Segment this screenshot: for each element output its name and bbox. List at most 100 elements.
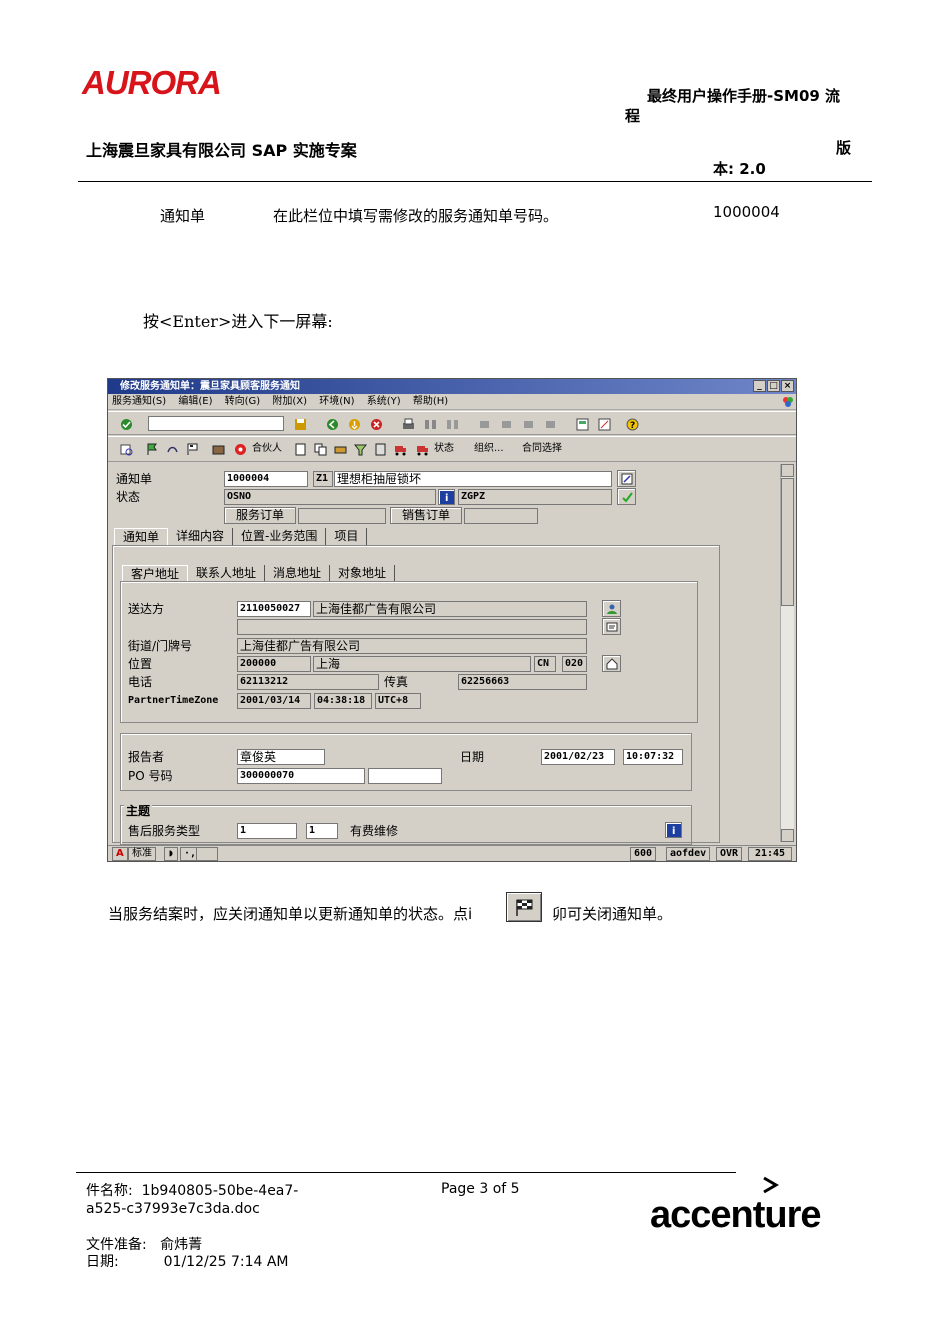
maximize-button[interactable]: □ (767, 380, 780, 392)
ship-to-name-field: 上海佳都广告有限公司 (313, 601, 587, 617)
map-button[interactable] (602, 655, 621, 672)
minimize-button[interactable]: _ (753, 380, 766, 392)
notification-date-field[interactable]: 2001/02/23 (541, 749, 615, 765)
input-mode[interactable]: 标准 (128, 847, 156, 861)
menu-item-environment[interactable]: 环境(N) (319, 396, 354, 407)
copy-icon[interactable] (314, 443, 327, 456)
tab-location[interactable]: 位置-业务范围 (233, 528, 327, 545)
menu-item-help[interactable]: 帮助(H) (413, 396, 448, 407)
ime-icon[interactable]: A (112, 847, 128, 861)
partner-icon[interactable] (234, 443, 247, 456)
next-page-icon[interactable] (522, 418, 535, 431)
menu-item-goto[interactable]: 转向(G) (225, 396, 261, 407)
scroll-down-button[interactable] (781, 829, 794, 842)
file-name-line2: a525-c37993e7c3da.doc (86, 1201, 260, 1217)
postal-code-field: 200000 (237, 656, 311, 672)
complete-notification-button[interactable] (506, 892, 542, 922)
organization-button[interactable]: 组织... (474, 441, 504, 457)
tab-customer-address[interactable]: 客户地址 (122, 565, 189, 582)
shortcut-icon[interactable] (598, 418, 611, 431)
file-name-line1: 1b940805-50be-4ea7- (141, 1183, 299, 1199)
partner-address-button[interactable] (602, 600, 621, 617)
notification-time-field[interactable]: 10:07:32 (623, 749, 683, 765)
long-text-button[interactable] (617, 470, 636, 487)
new-session-icon[interactable] (576, 418, 589, 431)
exit-icon[interactable] (348, 418, 361, 431)
filter-icon[interactable] (354, 443, 367, 456)
aftersale-code1-field[interactable]: 1 (237, 823, 297, 839)
object-icon[interactable] (212, 443, 225, 456)
subject-info-button[interactable]: i (665, 822, 682, 838)
po-number-field[interactable]: 300000070 (237, 768, 365, 784)
last-page-icon[interactable] (544, 418, 557, 431)
tab-object-address[interactable]: 对象地址 (330, 565, 396, 582)
aftersale-code2-field[interactable]: 1 (306, 823, 338, 839)
keyboard-icon[interactable] (196, 847, 218, 861)
overwrite-mode-indicator: OVR (716, 847, 743, 861)
document-icon[interactable] (294, 443, 307, 456)
checkered-flag-icon (516, 899, 533, 916)
calculator-icon[interactable] (374, 443, 387, 456)
svg-text:?: ? (630, 421, 635, 431)
close-button[interactable]: × (781, 380, 794, 392)
notification-number-field[interactable]: 1000004 (224, 471, 308, 487)
tab-notification[interactable]: 通知单 (114, 528, 169, 545)
vertical-scrollbar[interactable] (780, 464, 794, 842)
status-label[interactable]: 状态 (434, 441, 454, 457)
service-order-button[interactable]: 服务订单 (224, 507, 296, 524)
find-icon[interactable] (424, 418, 437, 431)
enter-check-icon[interactable] (120, 418, 133, 431)
file-name-block: 件名称: 1b940805-50be-4ea7- a525-c37993e7c3… (86, 1182, 298, 1218)
timezone-time-field: 04:38:18 (314, 693, 372, 709)
field-row-label: 通知单 (160, 207, 206, 225)
window-title: 修改服务通知单：震旦家具顾客服务通知 (120, 381, 300, 392)
status-truck-icon[interactable] (416, 443, 429, 456)
prev-page-icon[interactable] (500, 418, 513, 431)
reporter-field[interactable]: 章俊英 (237, 749, 325, 765)
prepared-by-block: 文件准备: 俞炜菁 (86, 1236, 202, 1254)
first-page-icon[interactable] (478, 418, 491, 431)
tab-contact-address[interactable]: 联系人地址 (188, 565, 266, 582)
help-icon[interactable]: ? (626, 418, 639, 431)
tab-message-address[interactable]: 消息地址 (265, 565, 331, 582)
system-indicator: aofdev (666, 847, 711, 861)
fax-label: 传真 (384, 675, 409, 689)
info-icon: i (672, 826, 675, 835)
partner-label[interactable]: 合伙人 (252, 441, 282, 457)
menu-item-system[interactable]: 系统(Y) (367, 396, 401, 407)
scroll-up-button[interactable] (781, 464, 794, 477)
back-icon[interactable] (326, 418, 339, 431)
closing-instruction-tail: 卯可关闭通知单。 (552, 905, 673, 923)
status-info-button[interactable]: i (438, 489, 455, 505)
print-icon[interactable] (402, 418, 415, 431)
scroll-thumb[interactable] (781, 478, 794, 606)
menu-item-extras[interactable]: 附加(X) (272, 396, 307, 407)
ship-to-number-field[interactable]: 2110050027 (237, 601, 311, 617)
command-field[interactable] (148, 416, 284, 431)
display-change-icon[interactable] (120, 443, 133, 456)
notification-type-field: Z1 (313, 471, 333, 487)
sales-order-button[interactable]: 销售订单 (390, 507, 462, 524)
truck-icon[interactable] (394, 443, 407, 456)
address-detail-button[interactable] (602, 618, 621, 635)
save-icon[interactable] (294, 418, 307, 431)
menu-item-notification[interactable]: 服务通知(S) (112, 396, 166, 407)
po-date-field[interactable] (368, 768, 442, 784)
contract-selection-button[interactable]: 合同选择 (522, 441, 562, 457)
tab-details[interactable]: 详细内容 (168, 528, 234, 545)
tools-icon[interactable] (334, 443, 347, 456)
aftersale-description: 有费维修 (350, 824, 399, 838)
timezone-zone-field: UTC+8 (375, 693, 421, 709)
link-icon[interactable] (166, 443, 179, 456)
halfwidth-icon[interactable]: ◗ (164, 847, 179, 861)
notification-description-field[interactable]: 理想柜抽屉锁坏 (334, 471, 612, 487)
menu-item-edit[interactable]: 编辑(E) (178, 396, 212, 407)
tab-items[interactable]: 项目 (326, 528, 368, 545)
prepared-by-label: 文件准备: (86, 1237, 147, 1253)
cancel-icon[interactable] (370, 418, 383, 431)
flag-icon[interactable] (146, 443, 159, 456)
status-detail-button[interactable] (617, 488, 636, 505)
complete-flag-icon[interactable] (186, 443, 199, 456)
client-indicator[interactable]: 600 (630, 847, 657, 861)
find-next-icon[interactable] (446, 418, 459, 431)
